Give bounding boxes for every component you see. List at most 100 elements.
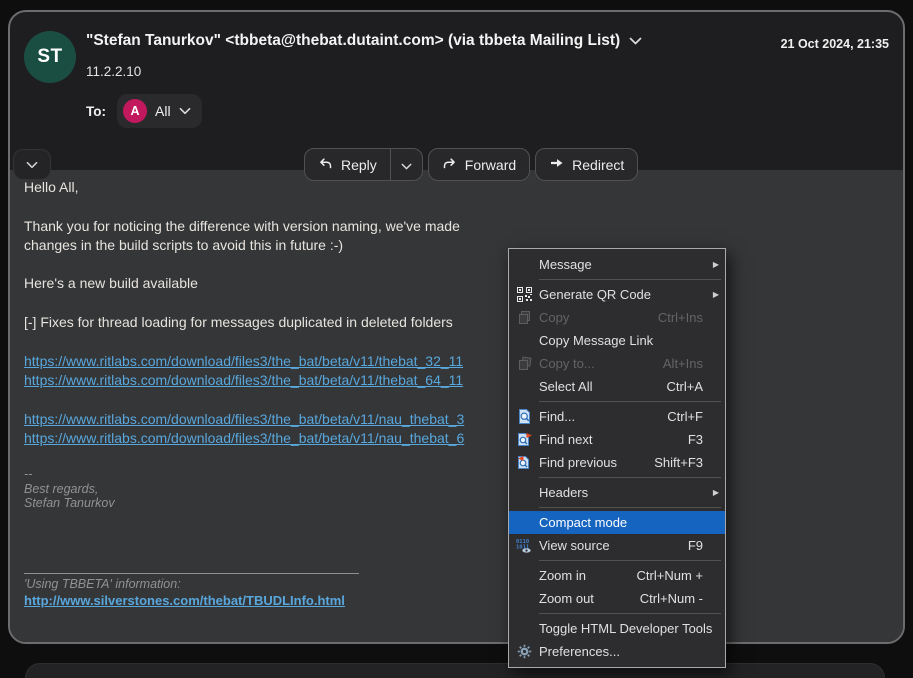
menu-item-label: Generate QR Code (539, 287, 703, 302)
message-link-line: https://www.ritlabs.com/download/files3/… (24, 429, 903, 448)
menu-item-copy-to: Copy to...Alt+Ins (509, 352, 725, 375)
message-text: Hello All,Thank you for noticing the dif… (24, 178, 903, 511)
menu-item-zoom-in[interactable]: Zoom inCtrl+Num + (509, 564, 725, 587)
message-link-line: https://www.ritlabs.com/download/files3/… (24, 410, 903, 429)
menu-item-label: Find... (539, 409, 667, 424)
menu-item-shortcut: Ctrl+Num + (637, 568, 703, 583)
message-line: changes in the build scripts to avoid th… (24, 236, 903, 255)
menu-item-headers[interactable]: Headers▶ (509, 481, 725, 504)
menu-item-shortcut: F9 (688, 538, 703, 553)
signature-line: Best regards, (24, 482, 903, 497)
blank-line (24, 197, 903, 216)
sender-row[interactable]: "Stefan Tanurkov" <tbbeta@thebat.dutaint… (86, 32, 642, 50)
menu-item-zoom-out[interactable]: Zoom outCtrl+Num - (509, 587, 725, 610)
menu-item-label: Find previous (539, 455, 654, 470)
screenshot-root: { "window": { "header": { "avatar": { "i… (0, 0, 913, 678)
find-icon (509, 409, 539, 424)
menu-item-compact-mode[interactable]: Compact mode (509, 511, 725, 534)
menu-separator (539, 279, 721, 280)
menu-item-label: Compact mode (539, 515, 703, 530)
preferences-icon (509, 644, 539, 659)
download-link[interactable]: https://www.ritlabs.com/download/files3/… (24, 372, 463, 388)
menu-item-label: Toggle HTML Developer Tools (539, 621, 712, 636)
recipient-avatar: A (123, 99, 147, 123)
menu-item-copy: CopyCtrl+Ins (509, 306, 725, 329)
submenu-arrow-icon: ▶ (706, 261, 719, 269)
menu-item-toggle-html-developer-tools[interactable]: Toggle HTML Developer Tools (509, 617, 725, 640)
tbbeta-info-label: 'Using TBBETA' information: (24, 577, 903, 592)
download-link[interactable]: https://www.ritlabs.com/download/files3/… (24, 430, 464, 446)
reply-button-group: Reply (304, 148, 423, 181)
menu-item-shortcut: Ctrl+Ins (658, 310, 703, 325)
menu-item-find-previous[interactable]: Find previousShift+F3 (509, 451, 725, 474)
forward-icon (442, 156, 457, 173)
menu-item-label: Message (539, 257, 703, 272)
message-line: [-] Fixes for thread loading for message… (24, 313, 903, 332)
copy-icon (509, 310, 539, 325)
blank-line (24, 294, 903, 313)
menu-item-shortcut: Alt+Ins (663, 356, 703, 371)
tbbeta-info-link[interactable]: http://www.silverstones.com/thebat/TBUDL… (24, 592, 345, 609)
menu-item-label: Preferences... (539, 644, 703, 659)
menu-item-copy-message-link[interactable]: Copy Message Link (509, 329, 725, 352)
collapse-header-button[interactable] (13, 149, 51, 180)
menu-item-shortcut: F3 (688, 432, 703, 447)
reply-button[interactable]: Reply (305, 149, 390, 180)
message-link-line: https://www.ritlabs.com/download/files3/… (24, 371, 903, 390)
qr-code-icon (509, 287, 539, 302)
menu-item-label: Headers (539, 485, 703, 500)
reply-icon (318, 156, 333, 173)
chevron-down-icon[interactable] (629, 32, 642, 50)
menu-separator (539, 560, 721, 561)
message-date: 21 Oct 2024, 21:35 (781, 37, 889, 51)
menu-item-message[interactable]: Message▶ (509, 253, 725, 276)
menu-item-label: Zoom out (539, 591, 640, 606)
next-message-card[interactable] (25, 663, 885, 678)
blank-line (24, 390, 903, 409)
download-link[interactable]: https://www.ritlabs.com/download/files3/… (24, 353, 463, 369)
menu-item-label: Copy Message Link (539, 333, 703, 348)
menu-item-label: Find next (539, 432, 688, 447)
redirect-button[interactable]: Redirect (535, 148, 638, 181)
menu-item-label: Zoom in (539, 568, 637, 583)
redirect-icon (549, 156, 564, 173)
menu-separator (539, 613, 721, 614)
recipient-name: All (155, 103, 171, 119)
message-toolbar: Reply Forward Redirect (304, 148, 638, 181)
menu-item-shortcut: Ctrl+F (667, 409, 703, 424)
submenu-arrow-icon: ▶ (706, 489, 719, 497)
blank-line (24, 448, 903, 467)
menu-item-find[interactable]: Find...Ctrl+F (509, 405, 725, 428)
message-footer: 'Using TBBETA' information: http://www.s… (24, 573, 903, 610)
to-label: To: (86, 104, 106, 119)
menu-item-shortcut: Shift+F3 (654, 455, 703, 470)
menu-item-view-source[interactable]: 01101011View sourceF9 (509, 534, 725, 557)
context-menu: Message▶Generate QR Code▶CopyCtrl+InsCop… (508, 248, 726, 668)
reply-options-button[interactable] (391, 149, 422, 180)
message-line: Thank you for noticing the difference wi… (24, 217, 903, 236)
message-link-line: https://www.ritlabs.com/download/files3/… (24, 352, 903, 371)
menu-item-select-all[interactable]: Select AllCtrl+A (509, 375, 725, 398)
recipient-chip[interactable]: A All (117, 94, 202, 128)
message-window: ST "Stefan Tanurkov" <tbbeta@thebat.duta… (8, 10, 905, 644)
message-body: Hello All,Thank you for noticing the dif… (10, 170, 903, 644)
blank-line (24, 255, 903, 274)
chevron-down-icon[interactable] (179, 102, 191, 120)
message-subject: 11.2.2.10 (86, 64, 141, 79)
chevron-down-icon (401, 157, 412, 173)
forward-label: Forward (465, 157, 516, 173)
forward-button[interactable]: Forward (428, 148, 530, 181)
recipients-row: To: A All (86, 94, 202, 128)
download-link[interactable]: https://www.ritlabs.com/download/files3/… (24, 411, 464, 427)
menu-separator (539, 477, 721, 478)
menu-item-generate-qr-code[interactable]: Generate QR Code▶ (509, 283, 725, 306)
menu-item-preferences[interactable]: Preferences... (509, 640, 725, 663)
blank-line (24, 332, 903, 351)
signature-line: -- (24, 467, 903, 482)
chevron-down-icon (26, 156, 38, 174)
menu-item-find-next[interactable]: Find nextF3 (509, 428, 725, 451)
menu-separator (539, 401, 721, 402)
menu-item-shortcut: Ctrl+A (667, 379, 703, 394)
sender-avatar: ST (24, 31, 76, 83)
redirect-label: Redirect (572, 157, 624, 173)
